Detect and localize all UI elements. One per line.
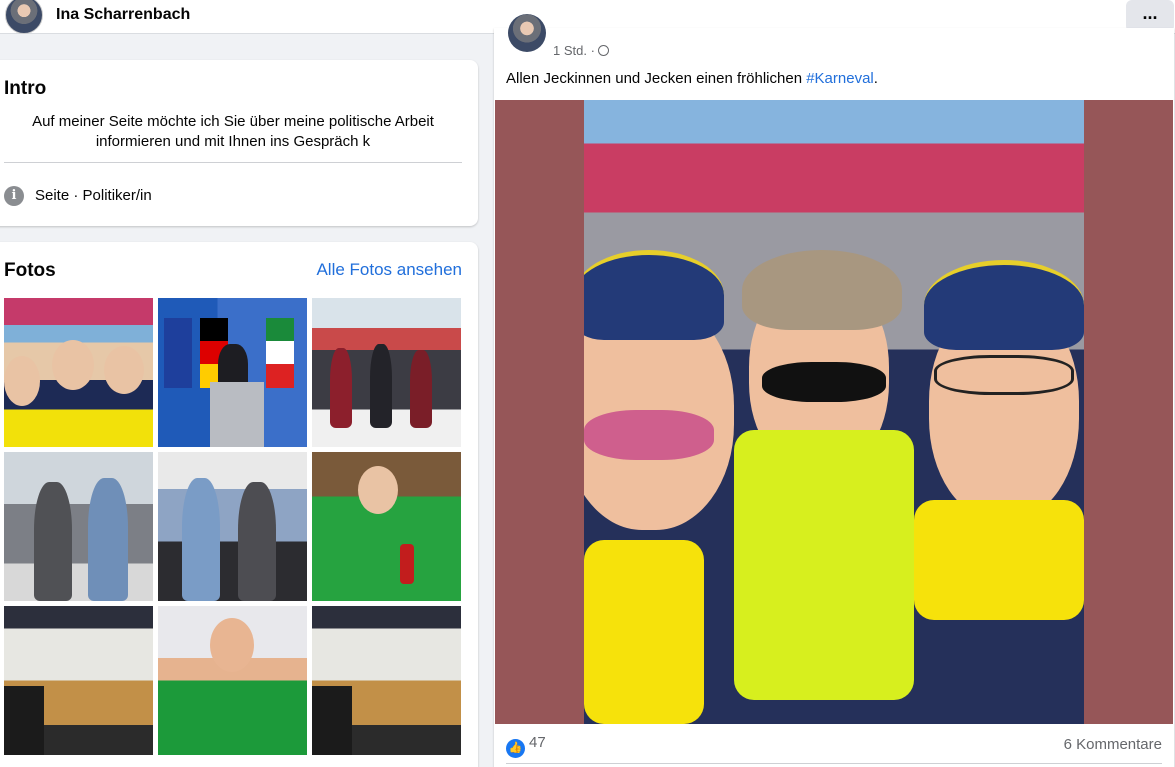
profile-avatar[interactable] xyxy=(5,0,43,34)
face-shape xyxy=(210,618,254,672)
post-text: Allen Jeckinnen und Jecken einen fröhlic… xyxy=(506,70,878,87)
person-shape xyxy=(182,478,220,601)
post-media[interactable] xyxy=(495,100,1173,724)
camera-shape xyxy=(312,686,352,755)
post-divider xyxy=(506,763,1162,764)
post-meta: 1 Std. · xyxy=(553,43,609,58)
face-shape xyxy=(52,340,94,390)
intro-divider xyxy=(4,162,462,163)
glasses-shape xyxy=(934,355,1074,395)
eu-flag-shape xyxy=(164,318,192,388)
photos-card: Fotos Alle Fotos ansehen xyxy=(0,242,478,767)
photo-thumbnail-2[interactable] xyxy=(158,298,307,447)
hair-shape xyxy=(742,250,902,330)
photos-grid xyxy=(4,298,462,755)
photo-thumbnail-5[interactable] xyxy=(158,452,307,601)
photos-title: Fotos xyxy=(4,260,56,281)
like-icon: 👍 xyxy=(506,739,525,758)
post-time[interactable]: 1 Std. · xyxy=(553,43,595,58)
person-shape xyxy=(34,482,72,601)
photo-thumbnail-7[interactable] xyxy=(4,606,153,755)
post-text-suffix: . xyxy=(873,70,878,87)
cap-shape xyxy=(584,250,724,340)
photo-thumbnail-4[interactable] xyxy=(4,452,153,601)
comments-count-link[interactable]: 6 Kommentare xyxy=(1064,736,1162,753)
person-shape xyxy=(370,344,392,428)
intro-title: Intro xyxy=(4,78,47,99)
carnival-selfie-photo[interactable] xyxy=(584,100,1084,724)
face-shape xyxy=(104,346,144,394)
post-text-prefix: Allen Jeckinnen und Jecken einen fröhlic… xyxy=(506,70,807,87)
person-shape xyxy=(330,348,352,428)
see-all-photos-link[interactable]: Alle Fotos ansehen xyxy=(316,260,462,280)
face-shape xyxy=(4,356,40,406)
intro-card: Intro Auf meiner Seite möchte ich Sie üb… xyxy=(0,60,478,226)
intro-bio: Auf meiner Seite möchte ich Sie über mei… xyxy=(32,113,434,150)
photo-thumbnail-1[interactable] xyxy=(4,298,153,447)
microphone-shape xyxy=(400,544,414,584)
person-shape xyxy=(238,482,276,601)
camera-shape xyxy=(4,686,44,755)
scarf-shape xyxy=(914,500,1084,620)
globe-icon xyxy=(597,45,609,56)
reactions-summary[interactable]: 👍 47 xyxy=(506,734,546,758)
person-shape xyxy=(88,478,128,601)
scarf-shape xyxy=(734,430,914,700)
person-shape xyxy=(410,350,432,428)
sunglasses-shape xyxy=(762,362,886,402)
photo-thumbnail-8[interactable] xyxy=(158,606,307,755)
cap-shape xyxy=(924,260,1084,350)
nrw-flag-shape xyxy=(266,318,294,388)
page-category: Seite · Politiker/in xyxy=(35,187,152,204)
photo-thumbnail-6[interactable] xyxy=(312,452,461,601)
info-icon: i xyxy=(4,186,24,206)
like-count: 47 xyxy=(529,734,546,751)
scarf-shape xyxy=(584,540,704,724)
sunglasses-shape xyxy=(584,410,714,460)
profile-name[interactable]: Ina Scharrenbach xyxy=(56,6,190,24)
podium-shape xyxy=(210,382,264,447)
post-card: 1 Std. · Allen Jeckinnen und Jecken eine… xyxy=(494,14,1174,767)
hashtag-link[interactable]: #Karneval xyxy=(806,70,874,87)
photo-thumbnail-9[interactable] xyxy=(312,606,461,755)
post-author-avatar[interactable] xyxy=(508,14,546,52)
photo-thumbnail-3[interactable] xyxy=(312,298,461,447)
face-shape xyxy=(358,466,398,514)
